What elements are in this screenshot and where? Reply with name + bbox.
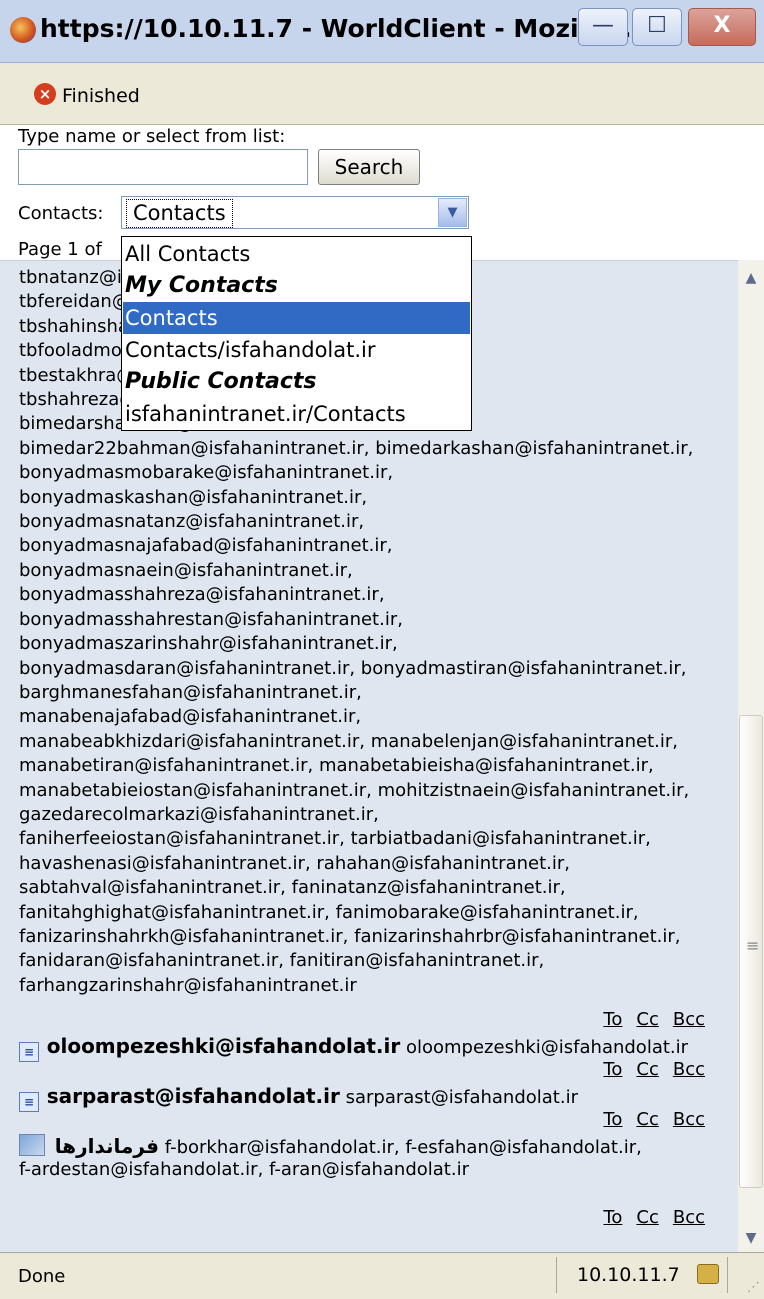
scrollbar-thumb[interactable]: ≡ [739,715,763,1188]
cc-link[interactable]: Cc [636,1059,658,1080]
email-line[interactable]: havashenasi@isfahanintranet.ir, rahahan@… [19,852,734,876]
contacts-select[interactable]: Contacts ▼ [121,196,469,229]
grip-icon: ≡ [746,936,760,955]
dropdown-group-public-contacts: Public Contacts [125,369,317,394]
email-line[interactable]: faniherfeeiostan@isfahanintranet.ir, tar… [19,827,734,851]
email-line[interactable]: manabeabkhizdari@isfahanintranet.ir, man… [19,730,734,754]
email-line[interactable]: fanidaran@isfahanintranet.ir, fanitiran@… [19,949,734,973]
contact-row[interactable]: ≡ sarparast@isfahandolat.ir sarparast@is… [19,1084,578,1112]
contact-name[interactable]: sarparast@isfahandolat.ir [47,1084,340,1108]
email-line[interactable]: gazedarecolmarkazi@isfahanintranet.ir, [19,803,734,827]
email-line[interactable]: bonyadmasshahrestan@isfahanintranet.ir, [19,608,734,632]
email-line[interactable]: fanizarinshahrkh@isfahanintranet.ir, fan… [19,925,734,949]
group-icon [19,1134,45,1156]
status-toolbar: × Finished [0,63,764,125]
contact-card-icon: ≡ [19,1042,39,1062]
cc-link[interactable]: Cc [636,1009,658,1030]
bcc-link[interactable]: Bcc [673,1009,705,1030]
search-button[interactable]: Search [318,149,420,185]
email-line[interactable]: bonyadmasshahreza@isfahanintranet.ir, [19,583,734,607]
email-line[interactable]: bonyadmasmobarake@isfahanintranet.ir, [19,461,734,485]
recipient-links: To Cc Bcc [585,1059,705,1080]
close-icon: X [713,13,731,38]
chevron-down-icon[interactable]: ▼ [438,198,467,227]
group-emails-continued: f-ardestan@isfahandolat.ir, f-aran@isfah… [19,1159,469,1180]
status-bar: Done 10.10.11.7 ⋰ [0,1252,764,1299]
email-line[interactable]: bonyadmaszarinshahr@isfahanintranet.ir, [19,632,734,656]
contact-email: sarparast@isfahandolat.ir [345,1087,578,1108]
contacts-select-value: Contacts [126,199,233,228]
dropdown-option-all-contacts[interactable]: All Contacts [123,238,470,270]
email-line[interactable]: bimedar22bahman@isfahanintranet.ir, bime… [19,437,734,461]
scroll-down-icon[interactable]: ▼ [738,1228,764,1252]
email-line[interactable]: bonyadmasnatanz@isfahanintranet.ir, [19,510,734,534]
email-line[interactable]: manabetiran@isfahanintranet.ir, manabeta… [19,754,734,778]
email-line[interactable]: farhangzarinshahr@isfahanintranet.ir [19,974,734,998]
firefox-icon [10,17,36,43]
minimize-icon: — [592,13,614,38]
contact-name[interactable]: oloompezeshki@isfahandolat.ir [47,1034,401,1058]
maximize-icon: ☐ [647,13,667,38]
security-panel[interactable]: 10.10.11.7 [556,1257,728,1293]
to-link[interactable]: To [603,1109,622,1130]
recipient-links: To Cc Bcc [585,1009,705,1030]
email-line[interactable]: bonyadmasnaein@isfahanintranet.ir, [19,559,734,583]
to-link[interactable]: To [603,1207,622,1228]
host-address: 10.10.11.7 [577,1264,680,1286]
contact-card-icon: ≡ [19,1092,39,1112]
group-name[interactable]: فرماندارها [55,1134,159,1158]
search-prompt: Type name or select from list: [18,126,286,147]
to-link[interactable]: To [603,1059,622,1080]
contacts-dropdown-list[interactable]: All Contacts My Contacts Contacts Contac… [121,236,472,431]
dropdown-option-contacts-isfahandolat[interactable]: Contacts/isfahandolat.ir [123,334,470,366]
email-line[interactable]: fanitahghighat@isfahanintranet.ir, fanim… [19,901,734,925]
resize-grip-icon[interactable]: ⋰ [747,1280,760,1295]
bcc-link[interactable]: Bcc [673,1059,705,1080]
group-row[interactable]: فرماندارها f-borkhar@isfahandolat.ir, f-… [19,1134,642,1158]
status-text: Done [18,1266,66,1287]
minimize-button[interactable]: — [578,8,628,46]
stop-icon: × [34,83,56,105]
email-line[interactable]: bonyadmasdaran@isfahanintranet.ir, bonya… [19,657,734,681]
email-line[interactable]: manabetabieiostan@isfahanintranet.ir, mo… [19,779,734,803]
window-title: https://10.10.11.7 - WorldClient - Mozil… [40,14,642,43]
contact-email: oloompezeshki@isfahandolat.ir [405,1037,689,1058]
page-indicator: Page 1 of [18,239,102,260]
email-line[interactable]: bonyadmaskashan@isfahanintranet.ir, [19,486,734,510]
load-status-label: Finished [62,85,140,107]
recipient-links: To Cc Bcc [585,1109,705,1130]
email-line[interactable]: sabtahval@isfahanintranet.ir, faninatanz… [19,876,734,900]
recipient-links: To Cc Bcc [585,1207,705,1228]
dropdown-group-my-contacts: My Contacts [125,273,278,298]
scroll-up-icon[interactable]: ▲ [738,260,764,286]
dropdown-option-contacts[interactable]: Contacts [123,302,470,334]
email-line[interactable]: bonyadmasnajafabad@isfahanintranet.ir, [19,534,734,558]
contacts-label: Contacts: [18,203,104,224]
to-link[interactable]: To [603,1009,622,1030]
vertical-scrollbar[interactable]: ▲ ≡ ▼ [738,260,764,1252]
bcc-link[interactable]: Bcc [673,1109,705,1130]
dropdown-option-isfahanintranet-contacts[interactable]: isfahanintranet.ir/Contacts [123,398,470,430]
close-button[interactable]: X [688,8,756,46]
email-line[interactable]: barghmanesfahan@isfahanintranet.ir, [19,681,734,705]
lock-icon[interactable] [697,1264,719,1284]
group-emails: f-borkhar@isfahandolat.ir, f-esfahan@isf… [164,1137,642,1158]
maximize-button[interactable]: ☐ [632,8,682,46]
email-line[interactable]: manabenajafabad@isfahanintranet.ir, [19,705,734,729]
bcc-link[interactable]: Bcc [673,1207,705,1228]
window-titlebar: https://10.10.11.7 - WorldClient - Mozil… [0,0,764,63]
cc-link[interactable]: Cc [636,1109,658,1130]
cc-link[interactable]: Cc [636,1207,658,1228]
contact-row[interactable]: ≡ oloompezeshki@isfahandolat.ir oloompez… [19,1034,688,1062]
search-input[interactable] [18,149,308,185]
